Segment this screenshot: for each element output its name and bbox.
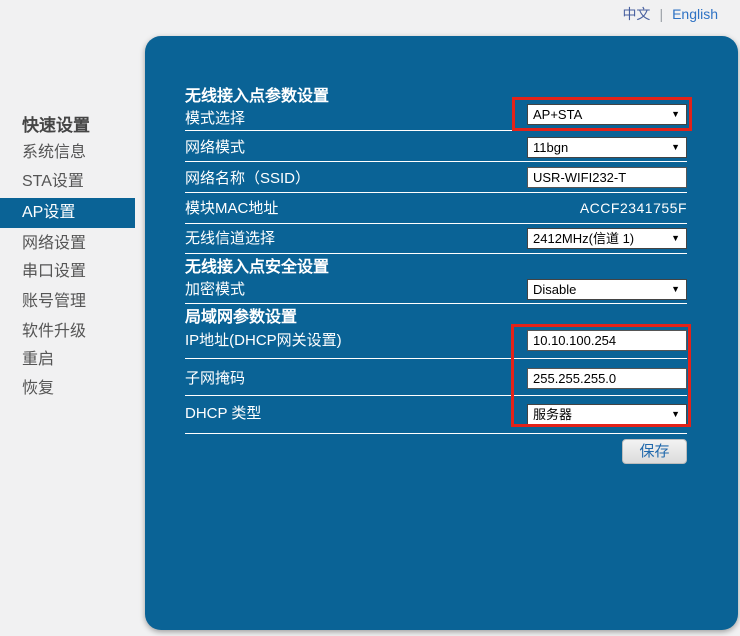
language-link-chinese[interactable]: 中文 — [622, 6, 650, 22]
ssid-label: 网络名称（SSID） — [185, 171, 310, 186]
row-divider — [185, 303, 687, 304]
sidebar-item-sta-settings[interactable]: STA设置 — [22, 174, 84, 190]
mac-address-value: ACCF2341755F — [580, 201, 687, 216]
dhcp-type-select[interactable]: 服务器 ▼ — [527, 404, 687, 425]
language-bar: 中文 | English — [622, 6, 718, 22]
row-divider — [185, 433, 687, 434]
main-panel: 无线接入点参数设置 模式选择 AP+STA ▼ 网络模式 11bgn ▼ 网络名… — [145, 36, 738, 630]
save-button[interactable]: 保存 — [622, 439, 687, 464]
mode-select[interactable]: AP+STA ▼ — [527, 104, 687, 125]
ssid-input[interactable] — [527, 167, 687, 188]
network-mode-select[interactable]: 11bgn ▼ — [527, 137, 687, 158]
sidebar-item-restore[interactable]: 恢复 — [22, 381, 54, 397]
language-link-english[interactable]: English — [672, 6, 718, 22]
network-mode-label: 网络模式 — [185, 140, 245, 155]
sidebar-item-restart[interactable]: 重启 — [22, 352, 54, 368]
row-divider — [185, 253, 687, 254]
sidebar-item-firmware-upgrade[interactable]: 软件升级 — [22, 324, 86, 340]
row-divider — [185, 192, 687, 193]
dropdown-arrow-icon: ▼ — [671, 143, 680, 152]
section-title-ap-params: 无线接入点参数设置 — [185, 89, 329, 105]
channel-select-label: 无线信道选择 — [185, 231, 275, 246]
sidebar-item-quick-setup[interactable]: 快速设置 — [22, 117, 90, 134]
row-divider — [185, 223, 687, 224]
section-title-ap-security: 无线接入点安全设置 — [185, 260, 329, 276]
ip-address-input[interactable] — [527, 330, 687, 351]
language-separator: | — [659, 6, 663, 22]
section-title-lan-params: 局域网参数设置 — [185, 310, 297, 326]
mode-select-label: 模式选择 — [185, 111, 245, 126]
dropdown-arrow-icon: ▼ — [671, 110, 680, 119]
sidebar-item-serial-settings[interactable]: 串口设置 — [22, 264, 86, 280]
subnet-mask-input[interactable] — [527, 368, 687, 389]
channel-select-value: 2412MHz(信道 1) — [533, 231, 634, 246]
sidebar-item-account-management[interactable]: 账号管理 — [22, 294, 86, 310]
dropdown-arrow-icon: ▼ — [671, 285, 680, 294]
ip-address-label: IP地址(DHCP网关设置) — [185, 333, 342, 348]
dhcp-type-select-value: 服务器 — [533, 407, 572, 422]
dropdown-arrow-icon: ▼ — [671, 234, 680, 243]
row-divider — [185, 161, 687, 162]
network-mode-select-value: 11bgn — [533, 140, 568, 155]
dhcp-type-label: DHCP 类型 — [185, 406, 261, 421]
row-divider — [185, 130, 687, 131]
channel-select[interactable]: 2412MHz(信道 1) ▼ — [527, 228, 687, 249]
dropdown-arrow-icon: ▼ — [671, 410, 680, 419]
encryption-mode-select[interactable]: Disable ▼ — [527, 279, 687, 300]
row-divider — [185, 358, 687, 359]
sidebar-item-system-info[interactable]: 系统信息 — [22, 145, 86, 161]
mac-address-label: 模块MAC地址 — [185, 201, 278, 216]
encryption-mode-label: 加密模式 — [185, 282, 245, 297]
sidebar-item-network-settings[interactable]: 网络设置 — [22, 236, 86, 252]
subnet-mask-label: 子网掩码 — [185, 371, 245, 386]
row-divider — [185, 395, 687, 396]
sidebar-item-ap-settings-active[interactable]: AP设置 — [0, 198, 135, 228]
mode-select-value: AP+STA — [533, 107, 582, 122]
encryption-mode-select-value: Disable — [533, 282, 576, 297]
